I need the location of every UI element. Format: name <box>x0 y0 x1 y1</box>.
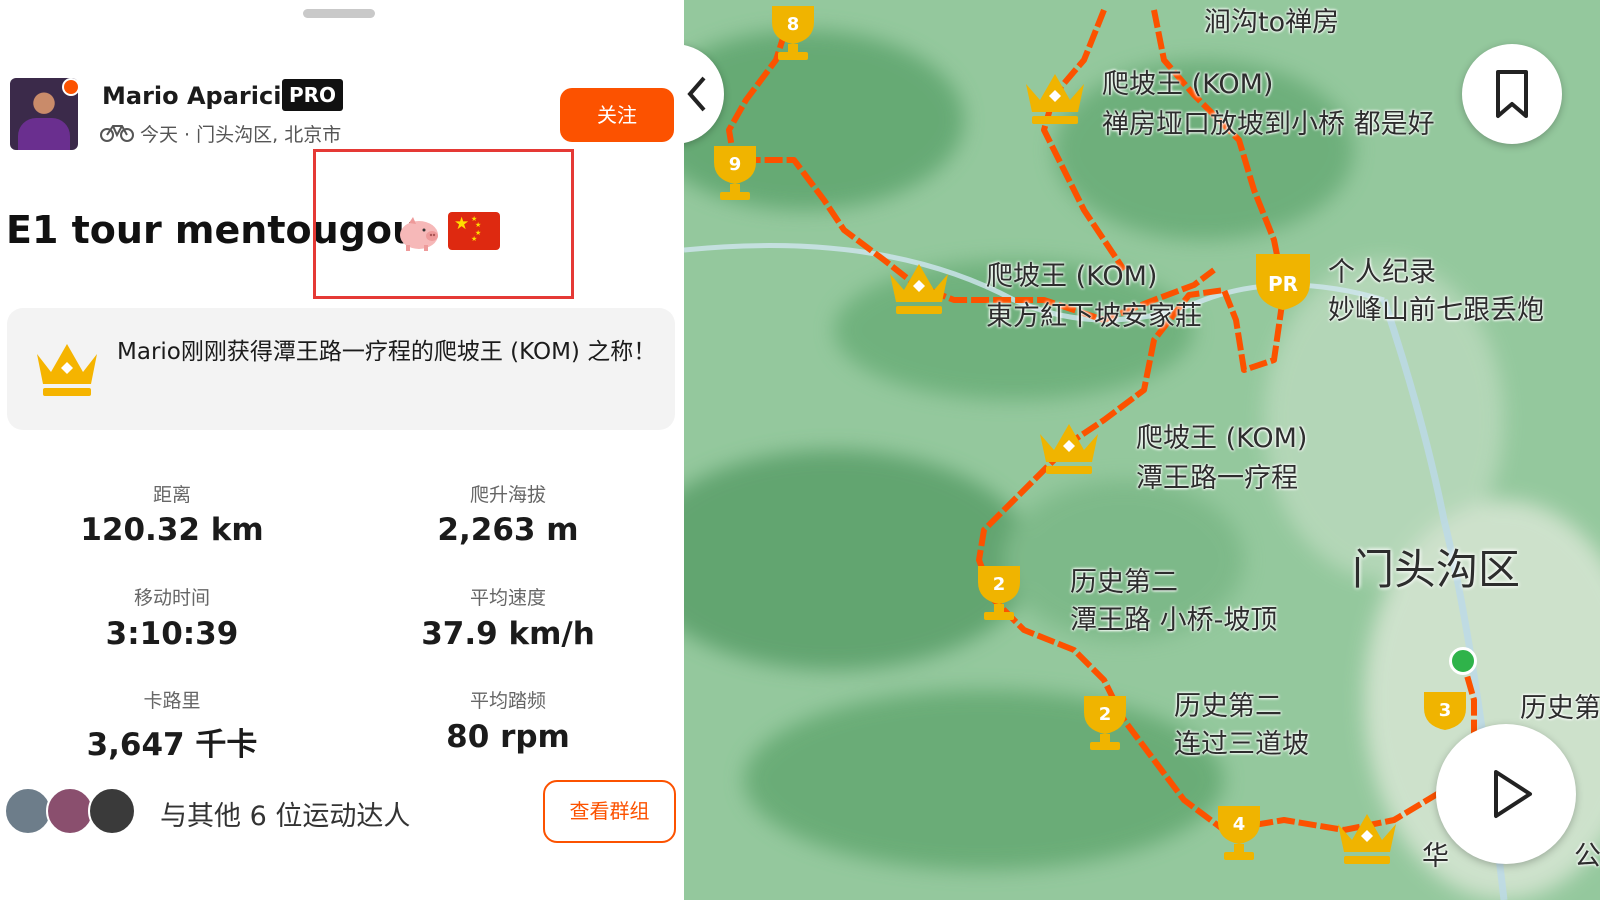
segment-label: 涧沟to禅房 <box>1204 7 1340 38</box>
bike-icon <box>100 125 134 142</box>
route-map[interactable]: 8 9 PR 2 2 4 3 涧沟to禅房 爬坡王 (KOM) 禅房垭口放坡到小… <box>684 0 1600 900</box>
segment-label: 历史第二 <box>1174 691 1282 722</box>
drag-handle[interactable] <box>303 9 375 18</box>
stat-cadence-value: 80 rpm <box>446 719 570 755</box>
avatar <box>4 787 52 835</box>
crown-kom-icon[interactable] <box>1020 68 1090 130</box>
view-group-button[interactable]: 查看群组 <box>543 780 676 843</box>
segment-label: 爬坡王 (KOM) <box>1136 423 1308 454</box>
trophy-label: 2 <box>993 574 1006 595</box>
crown-kom-icon[interactable] <box>1034 418 1104 480</box>
activity-meta: 今天 · 门头沟区, 北京市 <box>140 124 342 146</box>
segment-label: 潭王路一疗程 <box>1136 463 1298 494</box>
trophy-label: 8 <box>787 14 800 35</box>
segment-label: 个人纪录 <box>1328 257 1436 288</box>
stat-elevation-value: 2,263 m <box>437 512 579 548</box>
play-button[interactable] <box>1436 724 1576 864</box>
stat-distance-label: 距离 <box>152 484 191 506</box>
segment-label: 爬坡王 (KOM) <box>986 261 1158 292</box>
trophy-label: 3 <box>1439 700 1452 721</box>
trophy-label: 9 <box>729 154 742 175</box>
achievement-card[interactable]: Mario刚刚获得潭王路一疗程的爬坡王 (KOM) 之称！ <box>7 308 675 430</box>
pr-badge-icon[interactable]: PR <box>1248 246 1318 316</box>
athlete-name[interactable]: Mario Aparicio <box>102 82 298 110</box>
achievement-text: Mario刚刚获得潭王路一疗程的爬坡王 (KOM) 之称！ <box>117 339 657 365</box>
trophy-4-icon[interactable]: 4 <box>1204 800 1274 870</box>
play-icon <box>1494 770 1532 818</box>
crown-icon <box>37 344 97 396</box>
stat-avg-speed-value: 37.9 km/h <box>421 616 595 652</box>
crown-kom-icon[interactable] <box>884 258 954 320</box>
place-label: 公 <box>1574 841 1600 872</box>
segment-label: 妙峰山前七跟丢炮 <box>1328 295 1544 326</box>
stat-cadence-label: 平均踏频 <box>469 690 546 712</box>
segment-label: 爬坡王 (KOM) <box>1102 69 1274 100</box>
pro-badge: PRO <box>282 79 344 111</box>
pr-label: PR <box>1268 272 1298 296</box>
stat-moving-time-value: 3:10:39 <box>105 616 239 652</box>
start-point-marker <box>1449 647 1477 675</box>
segment-label: 历史第二 <box>1070 567 1178 598</box>
crown-kom-icon[interactable] <box>1332 808 1402 870</box>
trophy-label: 4 <box>1233 814 1246 835</box>
segment-label: 東方紅下坡安家莊 <box>986 301 1202 332</box>
avatar <box>46 787 94 835</box>
place-label: 华 <box>1422 841 1449 872</box>
stat-avg-speed-label: 平均速度 <box>469 587 546 609</box>
group-avatars[interactable] <box>4 787 136 837</box>
segment-label: 历史第 <box>1520 693 1600 724</box>
chevron-left-icon <box>687 76 706 112</box>
trophy-9-icon[interactable]: 9 <box>700 140 770 208</box>
avatar <box>88 787 136 835</box>
stat-elevation-label: 爬升海拔 <box>469 484 546 506</box>
follow-button[interactable]: 关注 <box>560 88 674 142</box>
trophy-8-icon[interactable]: 8 <box>758 0 828 64</box>
segment-label: 潭王路 小桥-坡顶 <box>1070 605 1278 636</box>
stat-calories-label: 卡路里 <box>143 690 201 712</box>
trophy-2-icon[interactable]: 2 <box>1070 690 1140 760</box>
segment-label: 连过三道坡 <box>1174 729 1309 760</box>
stat-moving-time-label: 移动时间 <box>133 587 210 609</box>
bookmark-button[interactable] <box>1462 44 1562 144</box>
stat-distance-value: 120.32 km <box>80 512 264 548</box>
trophy-2-icon[interactable]: 2 <box>964 560 1034 630</box>
district-label: 门头沟区 <box>1352 545 1521 594</box>
highlight-annotation-box <box>313 149 574 299</box>
trophy-label: 2 <box>1099 704 1112 725</box>
activity-panel: Mario Aparicio PRO 今天 · 门头沟区, 北京市 关注 E1 … <box>0 0 684 900</box>
verified-badge-icon <box>62 78 80 96</box>
group-text: 与其他 6 位运动达人 <box>160 801 411 832</box>
segment-label: 禅房垭口放坡到小桥 都是好 <box>1102 109 1435 140</box>
bookmark-icon <box>1496 70 1528 118</box>
stat-calories-value: 3,647 千卡 <box>86 727 258 763</box>
